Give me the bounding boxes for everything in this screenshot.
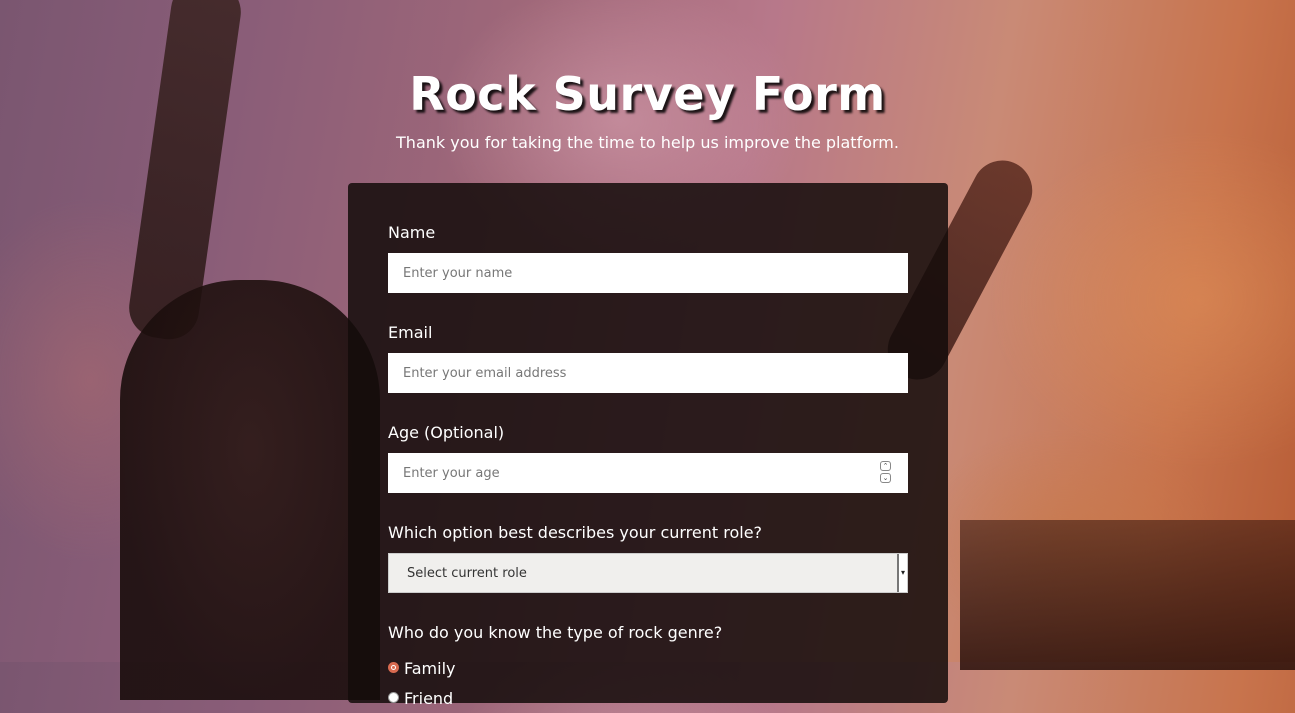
role-dropdown[interactable]: Select current role ▾ [388,553,908,593]
email-label: Email [388,323,433,342]
radio-option-friend[interactable]: Friend [388,683,908,713]
role-selected-value: Select current role [407,565,527,581]
stage-lights [960,520,1295,670]
radio-button-friend[interactable] [388,691,399,703]
age-field: ⌃ ⌄ [388,453,908,493]
genre-question: Who do you know the type of rock genre? [388,623,723,642]
email-input[interactable] [388,353,908,393]
name-label: Name [388,223,436,242]
raised-arm-silhouette [125,0,245,344]
name-input[interactable] [388,253,908,293]
role-label: Which option best describes your current… [388,523,763,542]
page-header: Rock Survey Form Thank you for taking th… [0,64,1295,154]
age-spinner: ⌃ ⌄ [880,461,892,485]
radio-option-family[interactable]: Family [388,653,908,683]
survey-form: Name Email Age (Optional) ⌃ ⌄ Which opti… [348,183,948,708]
page-description: Thank you for taking the time to help us… [396,133,899,152]
chevron-down-icon[interactable]: ⌄ [880,473,891,483]
radio-button-family[interactable] [388,661,399,673]
radio-label-friend: Friend [404,688,454,708]
caret-down-icon: ▾ [897,554,907,592]
chevron-up-icon[interactable]: ⌃ [880,461,891,471]
radio-label-family: Family [404,658,456,678]
age-label: Age (Optional) [388,423,505,442]
page-title: Rock Survey Form [409,67,886,121]
concertgoer-silhouette [120,280,380,700]
age-input[interactable] [388,453,908,493]
